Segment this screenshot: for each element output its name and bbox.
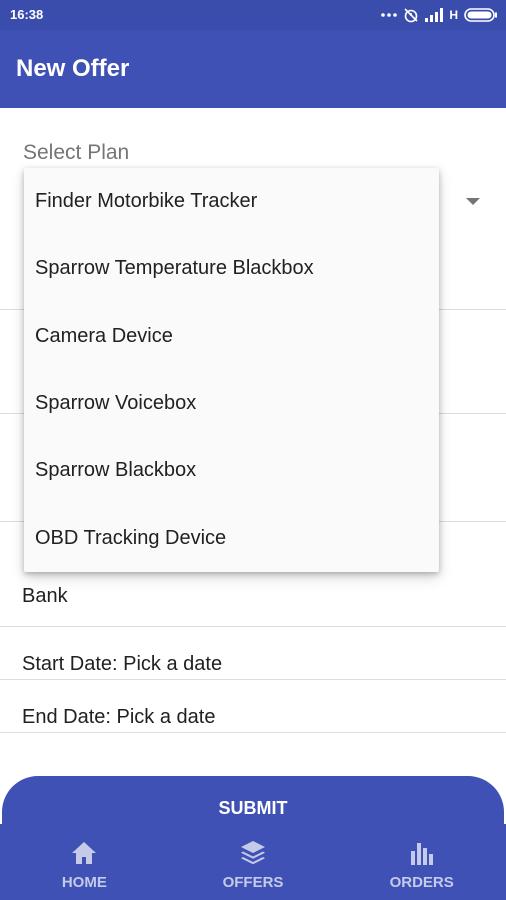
menu-item-plan[interactable]: Finder Motorbike Tracker	[24, 168, 439, 235]
menu-item-plan[interactable]: OBD Tracking Device	[24, 504, 439, 571]
app-bar: New Offer	[0, 30, 506, 108]
plan-dropdown-menu: Finder Motorbike Tracker Sparrow Tempera…	[24, 168, 439, 572]
nav-label: ORDERS	[389, 874, 454, 891]
divider	[0, 679, 506, 680]
alarm-off-icon	[403, 7, 419, 23]
battery-icon	[464, 8, 498, 22]
menu-item-plan[interactable]: Camera Device	[24, 303, 439, 370]
status-icons: H	[381, 6, 498, 24]
menu-item-plan[interactable]: Sparrow Blackbox	[24, 437, 439, 504]
network-type: H	[449, 8, 458, 22]
dots-icon	[381, 12, 398, 18]
nav-label: HOME	[61, 874, 107, 891]
page-title: New Offer	[16, 55, 130, 82]
divider	[0, 732, 506, 733]
menu-item-plan[interactable]: Sparrow Voicebox	[24, 370, 439, 437]
chevron-down-icon[interactable]	[466, 198, 480, 205]
nav-label: OFFERS	[222, 874, 284, 891]
nav-item-orders[interactable]: ORDERS	[337, 824, 506, 900]
home-icon	[69, 838, 99, 868]
signal-icon	[425, 8, 444, 22]
divider	[0, 626, 506, 627]
select-plan-label: Select Plan	[23, 141, 130, 164]
menu-item-plan[interactable]: Sparrow Temperature Blackbox	[24, 235, 439, 302]
bar-chart-icon	[407, 838, 437, 868]
status-bar: 16:38 H	[0, 0, 506, 30]
layers-icon	[238, 838, 268, 868]
nav-item-offers[interactable]: OFFERS	[169, 824, 338, 900]
bank-field[interactable]: Bank	[22, 585, 68, 608]
bottom-nav: HOME OFFERS ORDERS	[0, 824, 506, 900]
status-time: 16:38	[10, 7, 44, 22]
end-date-field[interactable]: End Date: Pick a date	[22, 706, 215, 729]
nav-item-home[interactable]: HOME	[0, 824, 169, 900]
start-date-field[interactable]: Start Date: Pick a date	[22, 653, 222, 676]
